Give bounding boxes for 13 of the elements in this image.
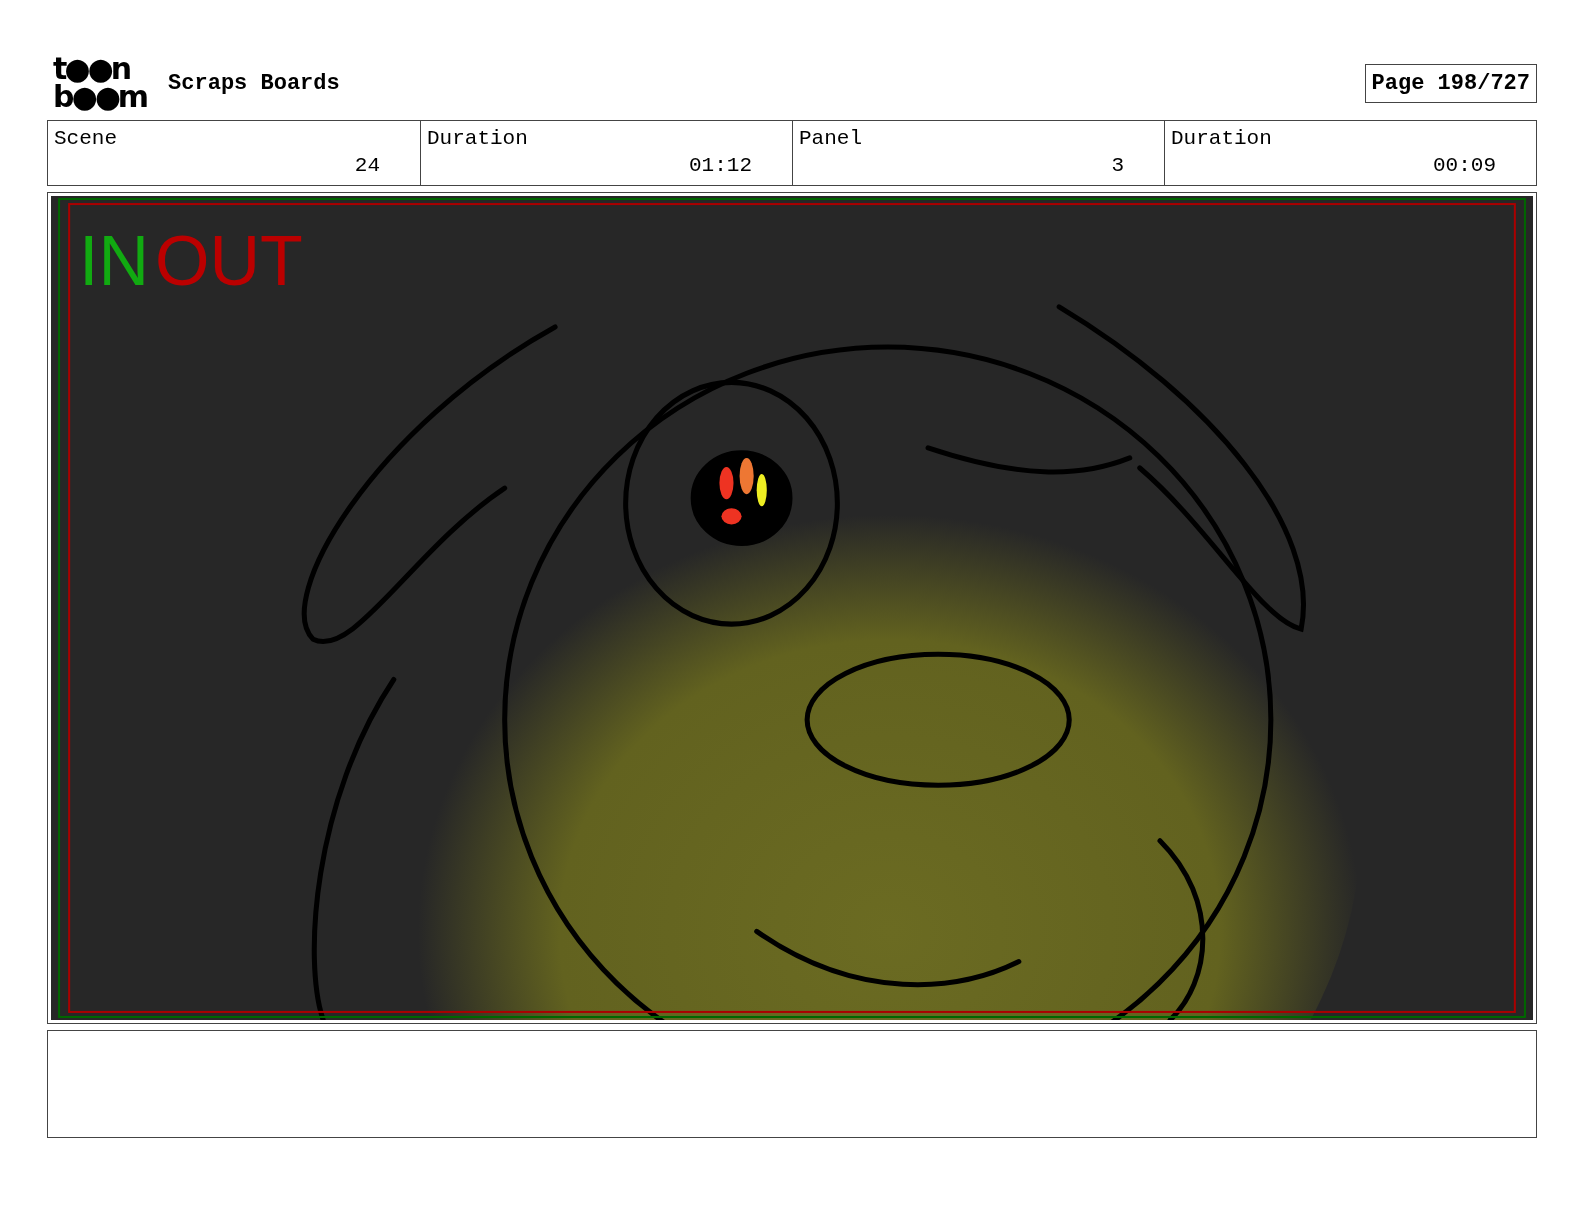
logo: t●●n b●●m bbox=[53, 55, 147, 111]
info-label: Duration bbox=[427, 127, 529, 150]
info-value: 24 bbox=[353, 154, 380, 177]
info-label: Panel bbox=[799, 127, 863, 150]
info-label: Scene bbox=[54, 127, 118, 150]
info-label: Duration bbox=[1171, 127, 1273, 150]
info-value: 3 bbox=[1110, 154, 1124, 177]
page-number: Page 198/727 bbox=[1364, 63, 1537, 103]
info-value: 00:09 bbox=[1432, 154, 1496, 177]
in-marker: IN bbox=[79, 226, 149, 296]
board-title: Scraps Boards bbox=[168, 70, 340, 96]
out-marker: OUT bbox=[155, 226, 303, 296]
info-value: 01:12 bbox=[688, 154, 752, 177]
